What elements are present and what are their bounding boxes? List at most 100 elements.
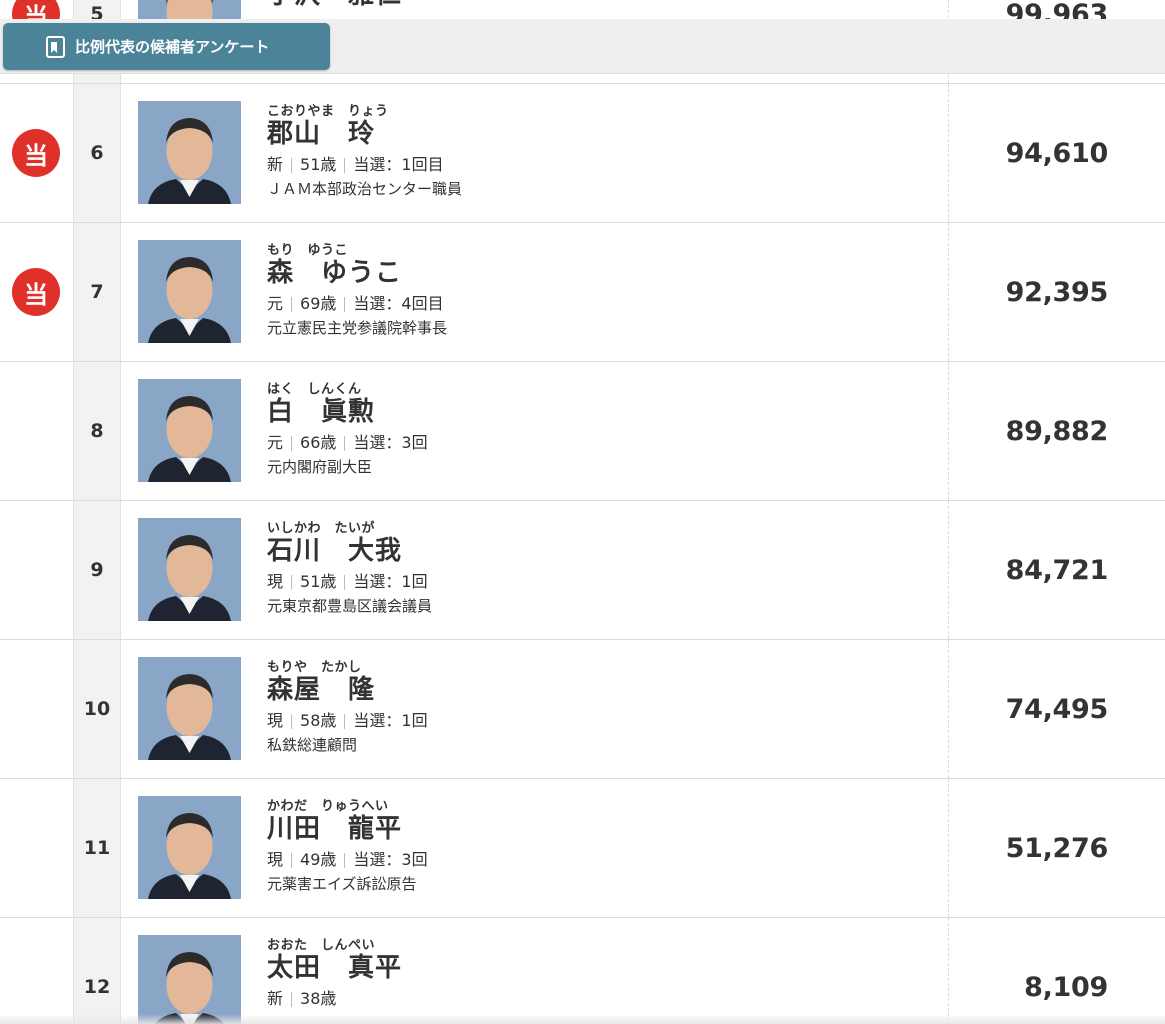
meta-separator: [291, 157, 293, 173]
candidate-info: 小沢 雅仁: [267, 0, 402, 13]
incumbency-status: 新: [267, 155, 284, 174]
vote-count: 94,610: [1005, 137, 1109, 169]
candidate-name[interactable]: 郡山 玲: [267, 117, 462, 152]
candidate-career: 元東京都豊島区議会議員: [267, 597, 433, 615]
rank-number: 10: [73, 640, 121, 778]
candidate-photo: [138, 657, 241, 760]
incumbency-status: 元: [267, 433, 284, 452]
meta-separator: [291, 435, 293, 451]
candidate-row: 当 6 こおりやま りょう 郡山 玲新 51歳 当選：1回目 ＪＡＭ本部政治センター職員 94…: [0, 84, 1165, 223]
name-reading: かわだ りゅうへい: [267, 799, 389, 814]
name-reading: こおりやま りょう: [267, 104, 389, 119]
candidate-info: はく しんくん白 眞勲元 66歳 当選：3回 元内閣府副大臣: [267, 378, 428, 478]
elected-cell: 当: [0, 84, 73, 222]
meta-separator: [291, 296, 293, 312]
candidate-meta: 新 51歳 当選：1回目: [267, 152, 462, 178]
candidate-name[interactable]: 白 眞勲: [267, 395, 428, 430]
document-icon: [46, 36, 65, 58]
candidate-info: いしかわ たいが 石川 大我現 51歳 当選：1回元東京都豊島区議会議員: [267, 517, 432, 617]
candidate-age: 66歳: [300, 433, 337, 452]
name-reading: いしかわ たいが: [267, 521, 376, 536]
candidate-info: かわだ りゅうへい 川田 龍平現 49歳 当選：3回元薬害エイズ訴訟原告: [267, 795, 428, 895]
candidate-photo: [138, 935, 241, 1024]
rank-number: 11: [73, 779, 121, 917]
column-divider: [948, 223, 949, 361]
candidate-meta: 新 38歳: [267, 986, 402, 1012]
survey-button[interactable]: 比例代表の候補者アンケート: [3, 23, 330, 70]
candidate-info: こおりやま りょう 郡山 玲新 51歳 当選：1回目 ＪＡＭ本部政治センター職員: [267, 100, 462, 200]
meta-separator: [344, 296, 346, 312]
candidate-name[interactable]: 川田 龍平: [267, 812, 428, 847]
meta-separator: [291, 574, 293, 590]
incumbency-status: 元: [267, 294, 284, 313]
vote-count: 89,882: [1005, 415, 1109, 447]
incumbency-status: 現: [267, 572, 284, 591]
candidate-photo: [138, 796, 241, 899]
elected-badge: 当: [12, 268, 60, 316]
candidate-career: 元薬害エイズ訴訟原告: [267, 875, 417, 893]
meta-separator: [291, 713, 293, 729]
rank-number: 12: [73, 918, 121, 1024]
candidate-name[interactable]: 小沢 雅仁: [267, 0, 402, 13]
meta-separator: [344, 157, 346, 173]
candidate-photo: [138, 101, 241, 204]
candidate-meta: 現 49歳 当選：3回: [267, 847, 428, 873]
candidate-age: 51歳: [300, 572, 337, 591]
elected-cell: [0, 501, 73, 639]
vote-count: 84,721: [1005, 554, 1109, 586]
candidate-age: 69歳: [300, 294, 337, 313]
elected-cell: [0, 362, 73, 500]
candidate-name[interactable]: 太田 真平: [267, 951, 402, 986]
candidate-age: 51歳: [300, 155, 337, 174]
elected-cell: 当: [0, 223, 73, 361]
candidate-career: 元立憲民主党参議院幹事長: [267, 319, 448, 337]
name-reading: はく しんくん: [267, 382, 362, 397]
candidate-photo: [138, 240, 241, 343]
candidate-meta: 元 69歳 当選：4回目: [267, 291, 447, 317]
rank-number: 7: [73, 223, 121, 361]
name-reading: もりや たかし: [267, 660, 362, 675]
candidate-row: 8 はく しんくん白 眞勲元 66歳 当選：3回 元内閣府副大臣 89,882: [0, 362, 1165, 501]
candidate-photo: [138, 518, 241, 621]
incumbency-status: 現: [267, 850, 284, 869]
candidate-career: ＪＡＭ本部政治センター職員: [267, 180, 463, 198]
rank-number: 6: [73, 84, 121, 222]
vote-count: 92,395: [1005, 276, 1109, 308]
candidate-career: 私鉄総連顧問: [267, 736, 358, 754]
candidate-row: 当 7 もり ゆうこ森 ゆうこ元 69歳 当選：4回目元立憲民主党参議院幹事長 92,39…: [0, 223, 1165, 362]
column-divider: [948, 84, 949, 222]
candidate-row: 10 もりや たかし 森屋 隆現 58歳 当選：1回 私鉄総連顧問 74,495: [0, 640, 1165, 779]
survey-button-label: 比例代表の候補者アンケート: [75, 38, 270, 56]
incumbency-status: 新: [267, 989, 284, 1008]
vote-count: 8,109: [1024, 971, 1108, 1003]
meta-separator: [344, 852, 346, 868]
column-divider: [948, 640, 949, 778]
candidate-row: 9 いしかわ たいが 石川 大我現 51歳 当選：1回元東京都豊島区議会議員 84,721: [0, 501, 1165, 640]
candidate-row: 12 おおた しんぺい 太田 真平新 38歳 8,109: [0, 918, 1165, 1024]
times-elected: 当選：4回目: [353, 294, 444, 313]
candidate-meta: 元 66歳 当選：3回: [267, 430, 428, 456]
name-reading: もり ゆうこ: [267, 243, 349, 258]
name-reading: おおた しんぺい: [267, 938, 376, 953]
candidate-table: 当5小沢 雅仁99,963当6こおりやま りょう郡山 玲新51歳当選：1回目ＪＡ…: [0, 0, 1165, 1024]
meta-separator: [344, 574, 346, 590]
meta-separator: [291, 991, 293, 1007]
rank-number: 9: [73, 501, 121, 639]
times-elected: 当選：1回: [353, 572, 428, 591]
candidate-age: 38歳: [300, 989, 337, 1008]
candidate-info: もり ゆうこ森 ゆうこ元 69歳 当選：4回目元立憲民主党参議院幹事長: [267, 239, 447, 339]
meta-separator: [344, 713, 346, 729]
candidate-name[interactable]: 石川 大我: [267, 534, 432, 569]
vote-count: 51,276: [1005, 832, 1109, 864]
candidate-name[interactable]: 森 ゆうこ: [267, 256, 447, 291]
vote-count: 74,495: [1005, 693, 1109, 725]
elected-cell: [0, 918, 73, 1024]
candidate-name[interactable]: 森屋 隆: [267, 673, 428, 708]
elected-badge: 当: [12, 129, 60, 177]
candidate-info: おおた しんぺい 太田 真平新 38歳: [267, 934, 402, 1012]
column-divider: [948, 918, 949, 1024]
column-divider: [948, 501, 949, 639]
candidate-age: 58歳: [300, 711, 337, 730]
candidate-career: 元内閣府副大臣: [267, 458, 373, 476]
times-elected: 当選：1回: [353, 711, 428, 730]
